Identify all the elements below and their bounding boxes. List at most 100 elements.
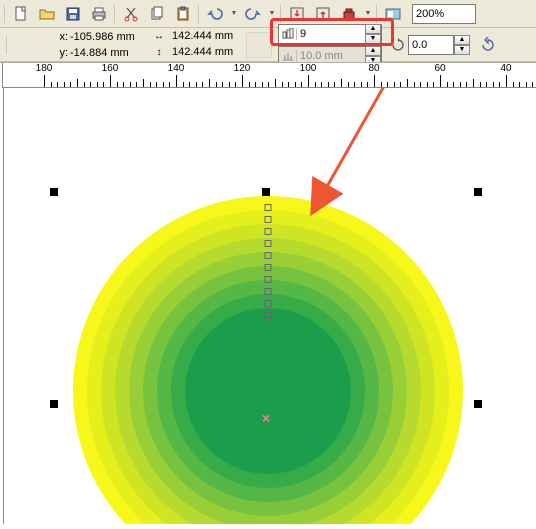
ruler-label: 180	[36, 63, 53, 74]
blend-node[interactable]	[265, 204, 272, 211]
blend-node[interactable]	[265, 300, 272, 307]
ruler-tick	[163, 82, 164, 87]
ruler-tick	[480, 82, 481, 87]
redo-button[interactable]	[241, 2, 265, 26]
offset-up-button[interactable]: ▲	[365, 46, 381, 56]
blend-node[interactable]	[265, 312, 272, 319]
ruler-tick	[123, 82, 124, 87]
height-icon: ↕	[152, 46, 166, 60]
zoom-level-input[interactable]: 200%	[412, 4, 476, 24]
ruler-tick	[440, 75, 441, 87]
copy-button[interactable]	[145, 2, 169, 26]
ruler-tick	[532, 82, 533, 87]
ruler-tick	[315, 82, 316, 87]
blend-node[interactable]	[265, 264, 272, 271]
new-button[interactable]	[9, 2, 33, 26]
ruler-tick	[453, 82, 454, 87]
size-group: ↔ 142.444 mm ↕ 142.444 mm	[152, 30, 240, 60]
width-field[interactable]: 142.444 mm	[172, 30, 240, 44]
ruler-tick	[381, 82, 382, 87]
rotate-icon	[390, 37, 406, 53]
import-button[interactable]	[285, 2, 309, 26]
steps-down-button[interactable]: ▼	[365, 34, 381, 44]
ruler-label: 140	[168, 63, 185, 74]
height-field[interactable]: 142.444 mm	[172, 46, 240, 60]
export-button[interactable]	[311, 2, 335, 26]
ruler-tick	[447, 82, 448, 87]
canvas[interactable]: ×	[0, 88, 536, 524]
welcome-button[interactable]	[381, 2, 405, 26]
selection-handle[interactable]	[474, 400, 482, 408]
ruler-tick	[235, 82, 236, 87]
toolbar-separator	[278, 3, 284, 25]
ruler-tick	[249, 82, 250, 87]
redo-dropdown[interactable]: ▼	[267, 2, 277, 26]
angle-up-button[interactable]: ▲	[454, 35, 470, 45]
ruler-tick	[169, 82, 170, 87]
ruler-tick	[513, 82, 514, 87]
ruler-origin[interactable]	[0, 63, 3, 89]
blend-node[interactable]	[265, 276, 272, 283]
blend-step[interactable]	[185, 308, 351, 474]
x-label: x:	[54, 31, 68, 43]
blend-node[interactable]	[265, 252, 272, 259]
ruler-tick	[51, 82, 52, 87]
ruler-tick	[64, 82, 65, 87]
ruler-tick	[44, 75, 45, 87]
ruler-tick	[282, 82, 283, 87]
selection-handle[interactable]	[50, 400, 58, 408]
ruler-tick	[176, 75, 177, 87]
app-launcher-dropdown[interactable]: ▼	[363, 2, 373, 26]
property-bar: x: -105.986 mm y: -14.884 mm ↔ 142.444 m…	[0, 28, 536, 62]
ruler-tick	[275, 79, 276, 87]
selection-handle[interactable]	[474, 188, 482, 196]
blend-angle-field[interactable]: 0.0	[408, 35, 454, 55]
ruler-tick	[499, 82, 500, 87]
ruler-tick	[295, 82, 296, 87]
steps-up-button[interactable]: ▲	[365, 24, 381, 34]
vertical-ruler-edge[interactable]	[0, 88, 4, 524]
ruler-tick	[348, 82, 349, 87]
undo-dropdown[interactable]: ▼	[229, 2, 239, 26]
ruler-tick	[130, 82, 131, 87]
toolbar-separator	[196, 3, 202, 25]
paste-button[interactable]	[171, 2, 195, 26]
ruler-label: 80	[368, 63, 379, 74]
ruler-tick	[57, 82, 58, 87]
undo-button[interactable]	[203, 2, 227, 26]
ruler-tick	[222, 82, 223, 87]
selection-handle[interactable]	[50, 188, 58, 196]
angle-down-button[interactable]: ▼	[454, 45, 470, 55]
ruler-tick	[400, 82, 401, 87]
ruler-tick	[268, 82, 269, 87]
loop-blend-button[interactable]	[476, 33, 500, 57]
blend-node[interactable]	[265, 216, 272, 223]
blend-node[interactable]	[265, 288, 272, 295]
ruler-tick	[341, 79, 342, 87]
ruler-tick	[196, 82, 197, 87]
ruler-tick	[77, 79, 78, 87]
ruler-tick	[466, 82, 467, 87]
ruler-label: 40	[500, 63, 511, 74]
x-position-field[interactable]: -105.986 mm	[70, 31, 146, 43]
app-launcher-button[interactable]	[337, 2, 361, 26]
ruler-tick	[255, 82, 256, 87]
blend-steps-value: 9	[297, 28, 365, 40]
horizontal-ruler[interactable]: 180160140120100806040	[0, 62, 536, 88]
ruler-tick	[367, 82, 368, 87]
print-button[interactable]	[87, 2, 111, 26]
blend-node[interactable]	[265, 240, 272, 247]
ruler-tick	[407, 79, 408, 87]
selection-handle[interactable]	[262, 188, 270, 196]
ruler-tick	[354, 82, 355, 87]
ruler-tick	[136, 82, 137, 87]
open-button[interactable]	[35, 2, 59, 26]
ruler-tick	[387, 82, 388, 87]
y-position-field[interactable]: -14.884 mm	[70, 47, 146, 59]
ruler-tick	[156, 82, 157, 87]
ruler-tick	[420, 82, 421, 87]
blend-steps-spinner[interactable]: 9 ▲ ▼	[278, 24, 382, 44]
save-button[interactable]	[61, 2, 85, 26]
cut-button[interactable]	[119, 2, 143, 26]
blend-node[interactable]	[265, 228, 272, 235]
